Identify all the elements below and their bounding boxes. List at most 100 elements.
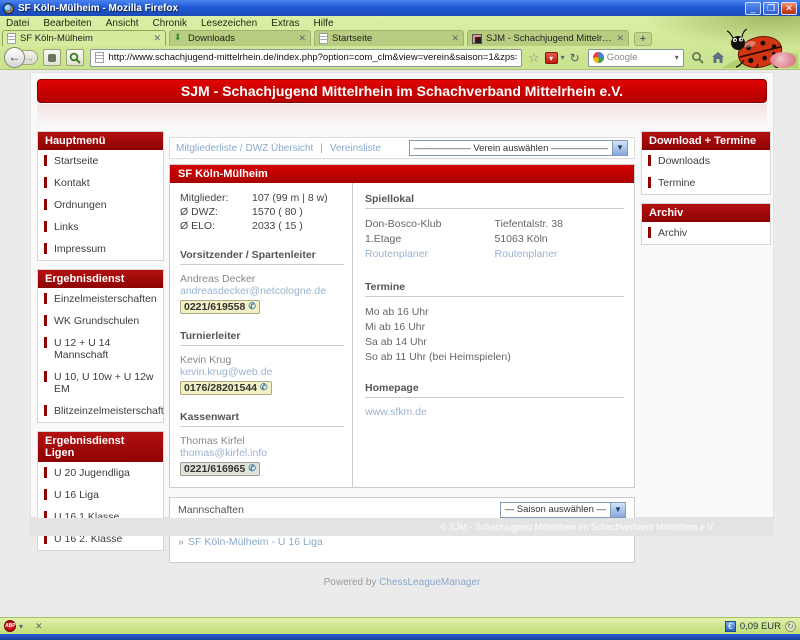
page-container: SJM - Schachjugend Mittelrhein im Schach… [30, 72, 774, 518]
tab-close-icon[interactable] [616, 33, 624, 44]
menu-hilfe[interactable]: Hilfe [314, 18, 334, 29]
magnifier-button[interactable] [66, 49, 84, 66]
menu-lesezeichen[interactable]: Lesezeichen [201, 18, 257, 29]
sidebar-item-u10-em[interactable]: U 10, U 10w + U 12w EM [38, 366, 163, 400]
google-icon [593, 52, 604, 63]
chevron-down-icon[interactable] [610, 503, 625, 517]
url-text[interactable]: http://www.schachjugend-mittelrhein.de/i… [109, 52, 517, 63]
sidebar-item-einzelmeisterschaften[interactable]: Einzelmeisterschaften [38, 288, 163, 310]
search-input[interactable]: Google [588, 49, 684, 67]
termin-line: Mi ab 16 Uhr [365, 320, 624, 335]
routenplaner-link[interactable]: Routenplaner [495, 247, 558, 262]
close-addon-bar-icon[interactable] [35, 621, 43, 632]
menu-ansicht[interactable]: Ansicht [106, 18, 139, 29]
site-banner: SJM - Schachjugend Mittelrhein im Schach… [37, 79, 767, 103]
sidebar-item-u20-jugendliga[interactable]: U 20 Jugendliga [38, 462, 163, 484]
browser-window: SF Köln-Mülheim - Mozilla Firefox Datei … [0, 0, 800, 640]
sidebar-item-impressum[interactable]: Impressum [38, 238, 163, 260]
module-archiv: Archiv Archiv [641, 203, 771, 245]
right-sidebar: Download + Termine Downloads Termine Arc… [641, 131, 771, 253]
refresh-rate-icon[interactable] [785, 621, 796, 632]
module-title: Download + Termine [642, 132, 770, 150]
menu-extras[interactable]: Extras [271, 18, 299, 29]
email-link[interactable]: kevin.krug@web.de [180, 366, 344, 378]
saison-select[interactable]: — Saison auswählen — [500, 502, 626, 518]
sidebar-item-wk-grundschulen[interactable]: WK Grundschulen [38, 310, 163, 332]
sidebar-item-startseite[interactable]: Startseite [38, 150, 163, 172]
sidebar-item-u16-liga[interactable]: U 16 Liga [38, 484, 163, 506]
page-favicon-icon [319, 33, 328, 44]
module-title: Ergebnisdienst Ligen [38, 432, 163, 462]
download-helper-icon[interactable] [545, 52, 558, 64]
person-name: Andreas Decker [180, 273, 344, 285]
reload-icon[interactable] [570, 51, 580, 65]
sidebar-item-kontakt[interactable]: Kontakt [38, 172, 163, 194]
termin-line: So ab 11 Uhr (bei Heimspielen) [365, 350, 624, 365]
phone-number[interactable]: 0176/28201544 [180, 381, 272, 395]
tab-close-icon[interactable] [451, 33, 459, 44]
menu-bearbeiten[interactable]: Bearbeiten [43, 18, 91, 29]
email-link[interactable]: andreasdecker@netcologne.de [180, 285, 344, 297]
link-mitgliederliste[interactable]: Mitgliederliste / DWZ Übersicht [176, 143, 313, 154]
link-vereinsliste[interactable]: Vereinsliste [330, 143, 381, 154]
sidebar-item-blitz[interactable]: Blitzeinzelmeisterschaft [38, 400, 163, 422]
back-button[interactable] [4, 47, 25, 68]
home-icon[interactable] [711, 51, 725, 64]
tab-close-icon[interactable] [298, 33, 306, 44]
tab-downloads[interactable]: Downloads [169, 30, 311, 46]
close-button[interactable] [781, 2, 797, 15]
phone-icon [260, 382, 268, 393]
tab-sf-koeln-muelheim[interactable]: SF Köln-Mülheim [2, 30, 166, 46]
sidebar-item-u12-u14[interactable]: U 12 + U 14 Mannschaft [38, 332, 163, 366]
browser-chrome: Datei Bearbeiten Ansicht Chronik Lesezei… [0, 16, 800, 70]
new-tab-button[interactable]: + [634, 32, 652, 46]
sidebar-item-ordnungen[interactable]: Ordnungen [38, 194, 163, 216]
venue-address: Tiefentalstr. 38 51063 Köln Routenplaner [495, 217, 625, 263]
phone-number[interactable]: 0221/619558 [180, 300, 260, 314]
toolbar-extension-button[interactable] [43, 49, 61, 66]
sidebar-item-termine[interactable]: Termine [642, 172, 770, 194]
page-footer: © SJM - Schachjugend Mittelrhein im Scha… [30, 518, 774, 536]
termin-line: Sa ab 14 Uhr [365, 335, 624, 350]
menu-chronik[interactable]: Chronik [153, 18, 187, 29]
magnifier-icon [69, 52, 81, 64]
separator: | [320, 143, 323, 154]
url-bar[interactable]: http://www.schachjugend-mittelrhein.de/i… [90, 49, 522, 67]
chevron-down-icon[interactable] [19, 622, 23, 631]
club-venue-column: Spiellokal Don-Bosco-Klub 1.Etage Routen… [353, 183, 634, 487]
module-title: Ergebnisdienst [38, 270, 163, 288]
currency-value: 0,09 EUR [740, 621, 781, 632]
chevron-down-icon[interactable] [561, 53, 565, 62]
verein-select-label: —————— Verein auswählen —————— [410, 143, 612, 154]
verein-select[interactable]: —————— Verein auswählen —————— [409, 140, 628, 156]
left-sidebar: Hauptmenü Startseite Kontakt Ordnungen L… [37, 131, 164, 559]
restore-button[interactable] [763, 2, 779, 15]
bookmark-star-icon[interactable] [528, 51, 540, 65]
sidebar-item-downloads[interactable]: Downloads [642, 150, 770, 172]
stat-row: Ø DWZ: 1570 ( 80 ) [180, 205, 344, 219]
phone-number[interactable]: 0221/616965 [180, 462, 260, 476]
chessleaguemanager-link[interactable]: ChessLeagueManager [379, 577, 480, 588]
window-title: SF Köln-Mülheim - Mozilla Firefox [18, 3, 745, 14]
adblock-plus-icon[interactable] [4, 620, 16, 632]
menu-datei[interactable]: Datei [6, 18, 29, 29]
tab-sjm[interactable]: SJM - Schachjugend Mittelrhein in Schac.… [467, 30, 629, 46]
club-contacts-column: Mitglieder: 107 (99 m | 8 w) Ø DWZ: 1570… [170, 183, 353, 487]
chevron-down-icon[interactable] [675, 53, 679, 62]
extension-icon [48, 54, 56, 62]
minimize-button[interactable] [745, 2, 761, 15]
phone-icon [248, 301, 256, 312]
tab-close-icon[interactable] [153, 33, 161, 44]
search-icon[interactable] [691, 51, 704, 64]
club-info-box: SF Köln-Mülheim Mitglieder: 107 (99 m | … [169, 164, 635, 488]
homepage-link[interactable]: www.sfkm.de [365, 406, 427, 418]
sidebar-item-links[interactable]: Links [38, 216, 163, 238]
tab-startseite[interactable]: Startseite [314, 30, 464, 46]
sidebar-item-archiv[interactable]: Archiv [642, 222, 770, 244]
chevron-down-icon[interactable] [612, 141, 627, 155]
routenplaner-link[interactable]: Routenplaner [365, 247, 428, 262]
team-link[interactable]: SF Köln-Mülheim - U 16 Liga [178, 536, 323, 548]
email-link[interactable]: thomas@kirfel.info [180, 447, 344, 459]
currency-icon[interactable] [725, 621, 736, 632]
tab-bar: SF Köln-Mülheim Downloads Startseite SJM… [0, 30, 800, 46]
